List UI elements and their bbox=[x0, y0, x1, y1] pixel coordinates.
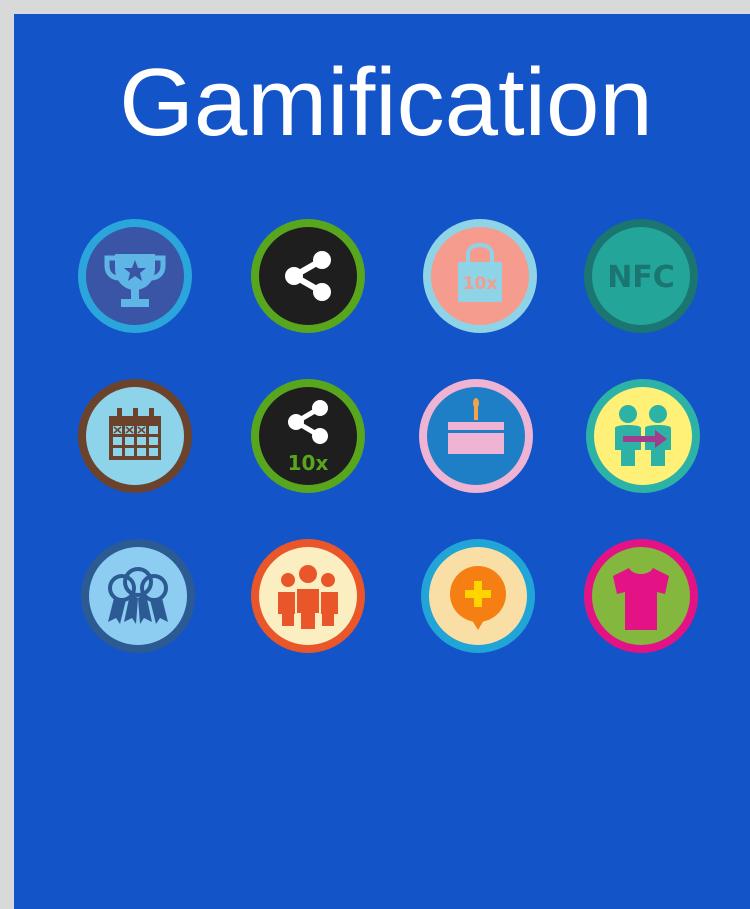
trophy-badge-icon bbox=[77, 218, 193, 334]
birthday-cake-badge-icon bbox=[418, 378, 534, 494]
shopping-bag-10x-badge-icon: 10x bbox=[422, 218, 538, 334]
award-ribbons-badge-icon bbox=[80, 538, 196, 654]
group-badge-icon bbox=[250, 538, 366, 654]
svg-text:10x: 10x bbox=[288, 451, 329, 475]
chat-plus-badge-icon bbox=[420, 538, 536, 654]
share-badge-icon bbox=[250, 218, 366, 334]
refer-friend-badge-icon bbox=[585, 378, 701, 494]
tshirt-badge-icon bbox=[583, 538, 699, 654]
share-10x-badge-icon: 10x bbox=[250, 378, 366, 494]
page-title: Gamification bbox=[119, 49, 653, 156]
svg-text:10x: 10x bbox=[463, 274, 498, 294]
svg-text:NFC: NFC bbox=[607, 260, 675, 295]
nfc-badge-icon: NFC bbox=[583, 218, 699, 334]
calendar-badge-icon bbox=[77, 378, 193, 494]
